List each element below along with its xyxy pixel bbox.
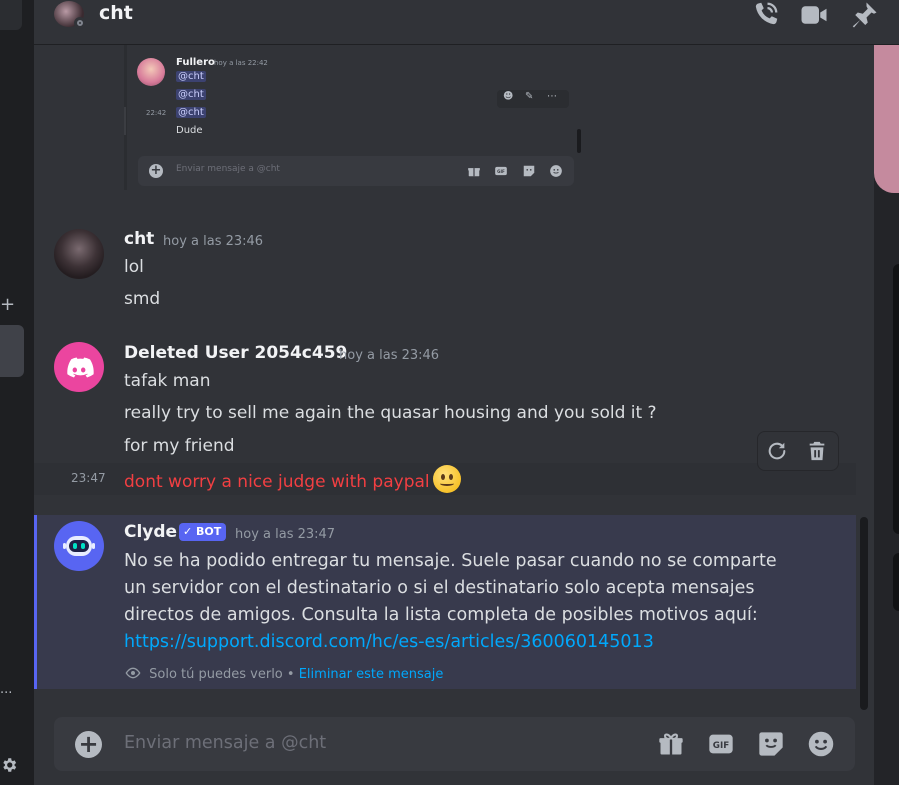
embed-input: + Enviar mensaje a @cht GIF [138,156,574,186]
ephemeral-separator: • [286,667,295,682]
embed-mention: @cht [176,107,206,118]
clyde-robot-icon [63,536,95,556]
failed-message-text: dont worry a nice judge with paypal [124,472,430,492]
message-timestamp: hoy a las 23:46 [339,348,440,363]
emoji-icon: ☻ [503,91,514,102]
gift-icon[interactable] [657,730,685,758]
edit-icon: ✎ [525,91,534,102]
avatar [137,58,165,86]
add-attachment-button[interactable]: + [75,731,102,758]
server-sidebar: + ... [0,0,34,785]
message-author[interactable]: cht [124,229,154,249]
server-icon[interactable] [0,0,22,30]
avatar[interactable] [54,229,104,279]
sticker-icon[interactable] [757,730,785,758]
clyde-message-body: No se ha podido entregar tu mensaje. Sue… [124,548,804,656]
message-text: lol [124,257,144,277]
bot-badge: ✓ BOT [179,523,227,541]
embed-hover-bar: ☻ ✎ ⋯ [497,90,569,108]
page-title[interactable]: cht [99,2,133,24]
gif-icon[interactable]: GIF [707,730,735,758]
embed-input-placeholder: Enviar mensaje a @cht [176,164,280,174]
phone-call-icon[interactable] [750,0,780,30]
embed-scrollbar [577,129,581,153]
add-icon: + [149,163,163,178]
embed-mention: @cht [176,71,206,82]
svg-text:GIF: GIF [497,169,505,174]
message-text: tafak man [124,371,211,391]
avatar[interactable] [54,342,104,392]
profile-card-secondary [893,553,899,611]
embedded-screenshot-image[interactable]: Fullero hoy a las 22:42 @cht @cht @cht 2… [124,45,581,190]
message-author[interactable]: Deleted User 2054c459 [124,343,347,363]
message-input[interactable]: Enviar mensaje a @cht [124,733,326,753]
bot-badge-label: BOT [196,525,222,538]
message-timestamp: hoy a las 23:46 [163,234,264,249]
support-link[interactable]: https://support.discord.com/hc/es-es/art… [124,632,654,652]
emoji-icon[interactable] [807,730,835,758]
svg-text:GIF: GIF [713,741,729,751]
embed-mention: @cht [176,89,206,100]
gear-icon[interactable] [0,754,18,776]
message-author[interactable]: Clyde [124,522,177,542]
embed-line: Dude [176,125,203,136]
more-dots[interactable]: ... [0,682,12,697]
embed-side-time: 22:42 [146,109,167,117]
status-indicator [74,17,86,29]
retry-icon[interactable] [766,440,788,462]
message-side-time: 23:47 [71,471,106,485]
failed-message-actions [757,431,839,471]
ephemeral-notice: Solo tú puedes verlo • Eliminar este men… [124,665,443,682]
add-server-icon[interactable]: + [0,294,15,315]
failed-message: dont worry a nice judge with paypal [124,465,461,496]
dismiss-message-link[interactable]: Eliminar este mensaje [299,667,444,682]
video-camera-icon[interactable] [799,0,829,30]
sticker-icon [523,165,535,177]
clyde-avatar[interactable] [54,521,104,571]
trash-icon[interactable] [806,440,828,462]
message-composer: + Enviar mensaje a @cht GIF [54,717,855,771]
eye-icon [125,667,141,679]
message-text: really try to sell me again the quasar h… [124,403,657,423]
gift-icon [468,168,480,177]
channel-header: cht [34,0,899,45]
avatar[interactable] [54,1,86,29]
profile-card [893,264,899,534]
discord-dm-window: + ... cht Fullero hoy a las 22:42 @cht @… [0,0,899,785]
slight-smile-emoji-icon [432,465,461,493]
profile-banner [874,45,899,193]
gif-icon: GIF [495,166,507,176]
discord-logo-icon [67,357,94,378]
message-text: smd [124,289,161,309]
active-dm-item[interactable] [0,325,24,377]
clyde-ephemeral-message: Clyde ✓ BOT hoy a las 23:47 No se ha pod… [34,515,856,689]
more-icon: ⋯ [547,91,557,102]
pin-icon[interactable] [849,0,879,30]
clyde-message-text: No se ha podido entregar tu mensaje. Sue… [124,551,777,625]
embed-highlight [124,107,126,135]
embed-timestamp: hoy a las 22:42 [214,59,268,67]
embed-author: Fullero [176,57,215,68]
message-text: for my friend [124,436,235,456]
message-timestamp: hoy a las 23:47 [235,527,336,542]
scrollbar-thumb[interactable] [860,517,868,710]
profile-panel [874,45,899,785]
ephemeral-text: Solo tú puedes verlo [149,667,283,682]
emoji-icon [550,165,562,177]
